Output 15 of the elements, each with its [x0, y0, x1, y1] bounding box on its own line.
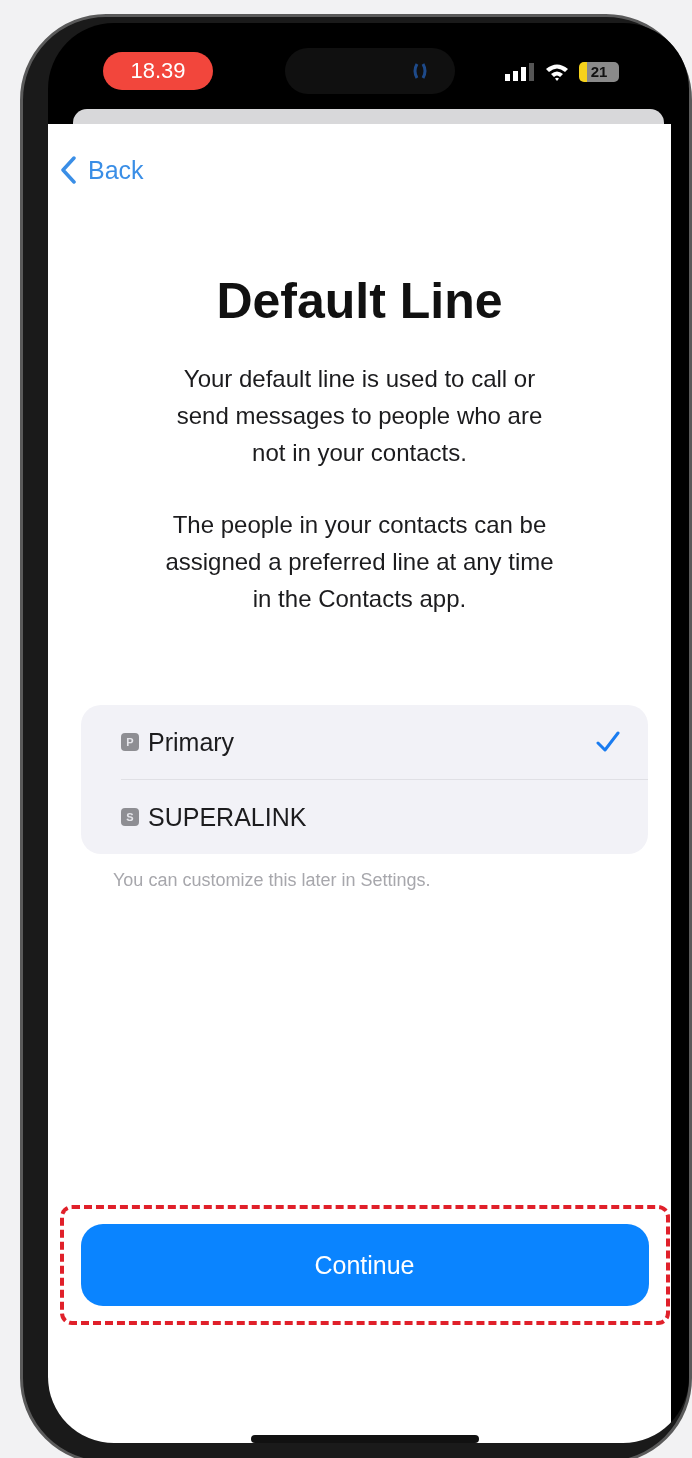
line-option[interactable]: P Primary — [81, 705, 648, 779]
activity-indicator-icon — [413, 61, 427, 80]
wifi-icon — [545, 62, 569, 81]
description-text: Your default line is used to call or send messages to people who are not in your contacts. — [175, 364, 544, 468]
line-option[interactable]: S SUPERALINK — [81, 780, 648, 854]
status-time: 18.39 — [103, 51, 213, 90]
continue-button[interactable]: Continue — [80, 1224, 649, 1306]
page-title: Default Line — [216, 272, 503, 330]
line-badge: S — [121, 808, 139, 826]
description-text: The people in your contacts can be assigned a preferred line at any time in the Contacts app. — [164, 510, 555, 614]
chevron-left-icon — [60, 156, 76, 184]
line-badge: P — [121, 733, 139, 751]
battery-indicator: 21 — [579, 61, 619, 82]
footnote-text: You can customize this later in Settings. — [113, 870, 431, 891]
signal-icon — [505, 62, 535, 81]
